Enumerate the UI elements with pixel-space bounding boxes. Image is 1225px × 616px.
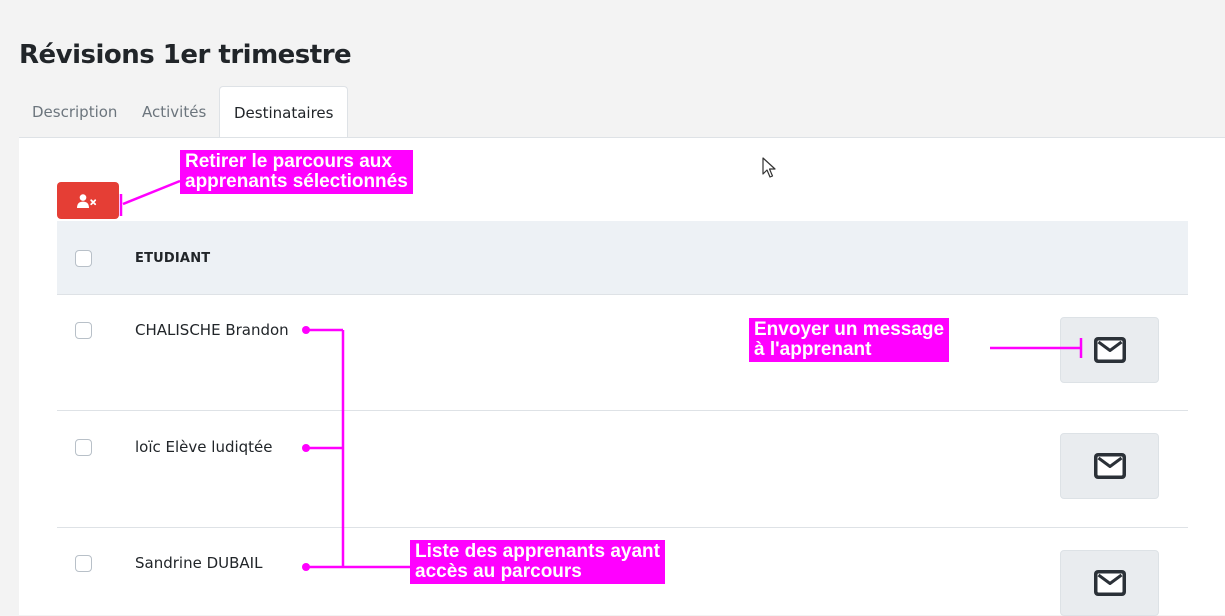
table-header <box>57 221 1188 295</box>
user-times-icon <box>77 193 97 208</box>
envelope-icon <box>1093 570 1126 596</box>
annotation-text: Liste des apprenants ayant <box>415 541 660 562</box>
select-all-checkbox[interactable] <box>75 250 92 267</box>
student-name: CHALISCHE Brandon <box>135 321 289 339</box>
send-message-button[interactable] <box>1060 317 1159 383</box>
student-name: loïc Elève ludiqtée <box>135 438 273 456</box>
student-name: Sandrine DUBAIL <box>135 554 263 572</box>
annotation-remove-callout: Retirer le parcours aux apprenants sélec… <box>180 150 413 194</box>
tab-description[interactable]: Description <box>32 86 117 136</box>
mouse-pointer-icon <box>762 157 776 178</box>
tab-activites[interactable]: Activités <box>142 86 206 136</box>
envelope-icon <box>1093 453 1126 479</box>
send-message-button[interactable] <box>1060 433 1159 499</box>
annotation-text: Envoyer un message <box>754 319 945 340</box>
annotation-list-callout: Liste des apprenants ayant accès au parc… <box>410 540 665 584</box>
annotation-text: accès au parcours <box>415 561 582 582</box>
annotation-text: Retirer le parcours aux <box>185 151 392 172</box>
annotation-message-callout: Envoyer un message à l'apprenant <box>749 318 950 362</box>
send-message-button[interactable] <box>1060 550 1159 616</box>
tab-destinataires[interactable]: Destinataires <box>219 86 349 139</box>
remove-recipients-button[interactable] <box>57 182 119 219</box>
row-checkbox[interactable] <box>75 322 92 339</box>
row-divider <box>57 410 1188 411</box>
page-title: Révisions 1er trimestre <box>19 40 352 70</box>
envelope-icon <box>1093 337 1126 363</box>
annotation-text: à l'apprenant <box>754 339 872 360</box>
annotation-text: apprenants sélectionnés <box>185 171 408 192</box>
column-header-etudiant: ETUDIANT <box>135 251 211 266</box>
row-divider <box>57 294 1188 295</box>
row-divider <box>57 527 1188 528</box>
row-checkbox[interactable] <box>75 555 92 572</box>
row-checkbox[interactable] <box>75 439 92 456</box>
